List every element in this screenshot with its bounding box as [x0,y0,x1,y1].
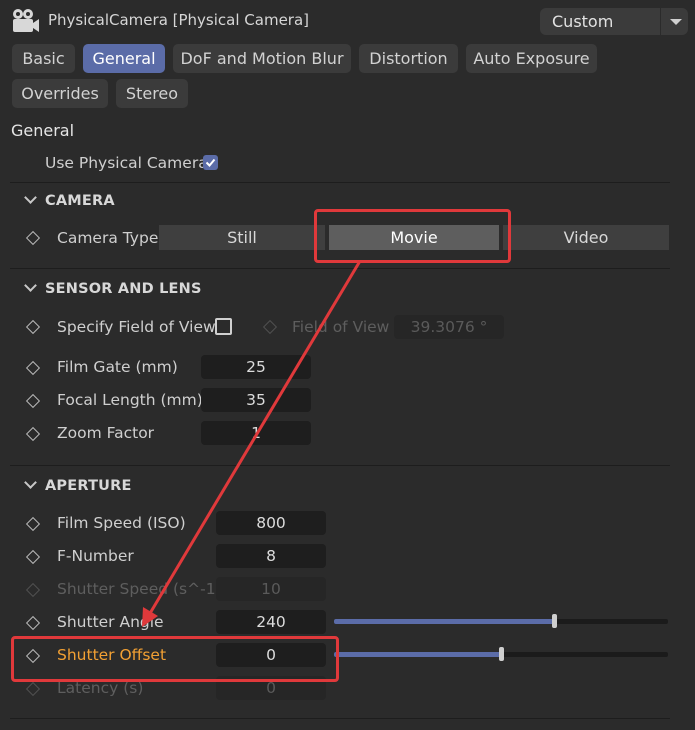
annotation-arrow [142,260,362,627]
